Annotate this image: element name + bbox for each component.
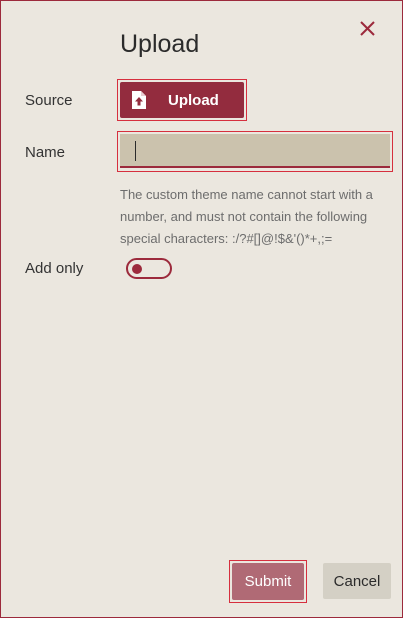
- upload-button[interactable]: Upload: [120, 82, 244, 118]
- cancel-button[interactable]: Cancel: [323, 563, 391, 599]
- upload-button-label: Upload: [168, 92, 219, 109]
- close-icon: [360, 21, 375, 36]
- toggle-knob: [132, 263, 142, 274]
- file-upload-icon: [132, 91, 146, 109]
- add-only-toggle[interactable]: [126, 258, 172, 279]
- name-input[interactable]: [120, 134, 390, 168]
- submit-button[interactable]: Submit: [232, 563, 304, 600]
- name-label: Name: [25, 144, 66, 161]
- source-label: Source: [25, 92, 73, 109]
- upload-dialog: Upload Source Upload Name The custom the…: [0, 0, 403, 618]
- text-caret: [135, 141, 136, 161]
- dialog-title: Upload: [120, 30, 200, 58]
- add-only-label: Add only: [25, 260, 84, 277]
- close-button[interactable]: [356, 17, 380, 41]
- name-hint-text: The custom theme name cannot start with …: [120, 187, 373, 246]
